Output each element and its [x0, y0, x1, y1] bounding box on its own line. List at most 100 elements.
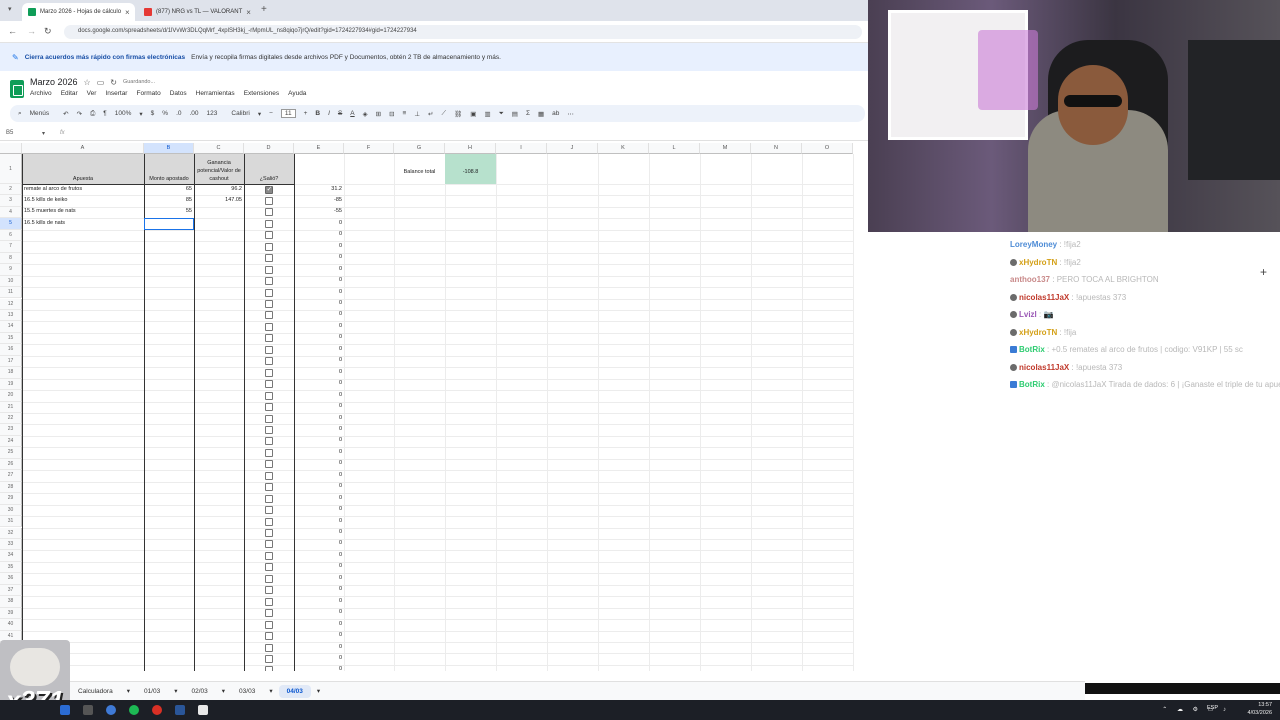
column-header-a[interactable]: A	[22, 143, 144, 154]
spelling-icon[interactable]: ab	[552, 110, 559, 117]
more-icon[interactable]: ⋯	[567, 110, 574, 118]
insert-link-icon[interactable]: ⛓	[454, 110, 462, 118]
file-explorer-icon[interactable]	[175, 705, 185, 715]
row-header[interactable]: 11	[0, 287, 22, 299]
net-result[interactable]: 0	[294, 403, 342, 409]
net-result[interactable]: 0	[294, 609, 342, 615]
chevron-down-icon[interactable]: ▾	[127, 687, 130, 695]
column-header-e[interactable]: E	[294, 143, 344, 154]
row-header[interactable]: 40	[0, 619, 22, 631]
chat-username[interactable]: nicolas11JaX	[1019, 293, 1069, 302]
checkbox[interactable]	[265, 403, 273, 412]
print-icon[interactable]: ⎙	[90, 110, 95, 118]
chat-username[interactable]: anthoo137	[1010, 275, 1050, 284]
checkbox[interactable]	[265, 483, 273, 492]
chat-username[interactable]: nicolas11JaX	[1019, 363, 1069, 372]
language-indicator[interactable]: ESP	[1207, 705, 1218, 711]
menu-ver[interactable]: Ver	[87, 90, 97, 97]
insert-chart-icon[interactable]: ▥	[484, 110, 490, 118]
net-result[interactable]: 31.2	[294, 186, 342, 192]
net-result[interactable]: 0	[294, 426, 342, 432]
potential-gain[interactable]: 147.05	[194, 197, 242, 203]
column-header-i[interactable]: I	[496, 143, 547, 154]
chevron-down-icon[interactable]: ▾	[139, 110, 142, 118]
menu-insertar[interactable]: Insertar	[105, 90, 127, 97]
header-monto-apostado[interactable]: Monto apostado	[144, 154, 194, 184]
number-format-icon[interactable]: 123	[207, 110, 218, 117]
row-header[interactable]: 30	[0, 504, 22, 517]
chat-username[interactable]: LoreyMoney	[1010, 240, 1057, 249]
star-icon[interactable]: ☆	[84, 78, 91, 87]
row-header[interactable]: 8	[0, 252, 22, 265]
checkbox[interactable]	[265, 632, 273, 641]
column-header-c[interactable]: C	[194, 143, 244, 154]
checkbox[interactable]	[265, 620, 273, 629]
back-icon[interactable]: ←	[8, 26, 17, 36]
checkbox[interactable]	[265, 414, 273, 423]
checkbox[interactable]	[265, 368, 273, 377]
menu-datos[interactable]: Datos	[170, 90, 187, 97]
net-result[interactable]: 0	[294, 460, 342, 466]
currency-icon[interactable]: $	[151, 110, 155, 117]
net-result[interactable]: 0	[294, 289, 342, 295]
search-icon[interactable]: ⌕	[18, 110, 22, 118]
system-tray-icons[interactable]: ⌃ ☁ ⚙ ▭ ♪	[1162, 706, 1230, 713]
column-header-g[interactable]: G	[394, 143, 445, 154]
borders-icon[interactable]: ⊞	[376, 110, 381, 118]
menus-search[interactable]: Menús	[30, 110, 50, 117]
net-result[interactable]: 0	[294, 266, 342, 272]
checkbox[interactable]	[265, 540, 273, 549]
checkbox[interactable]	[265, 300, 273, 308]
font-size-decrease-icon[interactable]: −	[269, 110, 273, 117]
net-result[interactable]: 0	[294, 483, 342, 489]
forward-icon[interactable]: →	[27, 26, 36, 36]
net-result[interactable]: 0	[294, 621, 342, 627]
checkbox[interactable]	[265, 563, 273, 572]
row-header[interactable]: 9	[0, 264, 22, 276]
bet-description[interactable]: 16.5 kills de keiko	[24, 197, 143, 203]
spreadsheet-grid[interactable]: A B C D E F G H I J K L M N O 1 2 3 4 5 6 7 8 9 10 11 12 13 14 15 16 17…	[0, 143, 868, 671]
browser-tab-youtube[interactable]: (877) NRG vs TL — VALORANT ×	[138, 3, 252, 21]
input-tools-icon[interactable]: ▦	[538, 110, 544, 118]
checkbox[interactable]	[265, 311, 273, 320]
menu-extensiones[interactable]: Extensiones	[244, 90, 279, 97]
align-vertical-icon[interactable]: ⊥	[414, 110, 420, 118]
net-result[interactable]: 0	[294, 323, 342, 329]
row-header[interactable]: 39	[0, 607, 22, 620]
net-result[interactable]: 0	[294, 540, 342, 546]
plus-icon[interactable]: +	[1260, 265, 1267, 279]
row-header[interactable]: 15	[0, 332, 22, 345]
bet-amount[interactable]: 65	[144, 186, 192, 192]
row-header[interactable]: 35	[0, 561, 22, 574]
tab-list-icon[interactable]: ▾	[8, 5, 12, 13]
chat-username[interactable]: Lvizl	[1019, 310, 1037, 319]
checkbox[interactable]	[265, 288, 273, 297]
checkbox[interactable]	[265, 242, 273, 251]
merge-cells-icon[interactable]: ⊟	[389, 110, 394, 118]
net-result[interactable]: 0	[294, 346, 342, 352]
net-result[interactable]: 0	[294, 392, 342, 398]
chrome-icon[interactable]	[106, 705, 116, 715]
row-header[interactable]: 10	[0, 275, 22, 288]
bet-amount[interactable]: 55	[144, 208, 192, 214]
checkbox[interactable]	[265, 208, 273, 217]
chevron-down-icon[interactable]: ▾	[269, 687, 272, 695]
net-result[interactable]: 0	[294, 380, 342, 386]
net-result[interactable]: 0	[294, 415, 342, 421]
checkbox[interactable]	[265, 265, 273, 274]
font-select[interactable]: Calibri	[231, 110, 249, 117]
net-result[interactable]: -55	[294, 208, 342, 214]
sheet-tab-02-03[interactable]: 02/03	[184, 685, 216, 698]
checkbox[interactable]	[265, 322, 273, 331]
row-header[interactable]: 38	[0, 596, 22, 608]
row-header[interactable]: 14	[0, 321, 22, 333]
new-tab-icon[interactable]: +	[261, 4, 267, 15]
net-result[interactable]: 0	[294, 586, 342, 592]
column-header-o[interactable]: O	[802, 143, 853, 154]
checkbox[interactable]	[265, 654, 273, 663]
close-icon[interactable]: ×	[125, 8, 130, 17]
text-wrap-icon[interactable]: ↵	[428, 110, 433, 118]
row-header[interactable]: 32	[0, 527, 22, 539]
checkbox[interactable]	[265, 219, 273, 228]
move-folder-icon[interactable]: ▭	[97, 78, 105, 87]
